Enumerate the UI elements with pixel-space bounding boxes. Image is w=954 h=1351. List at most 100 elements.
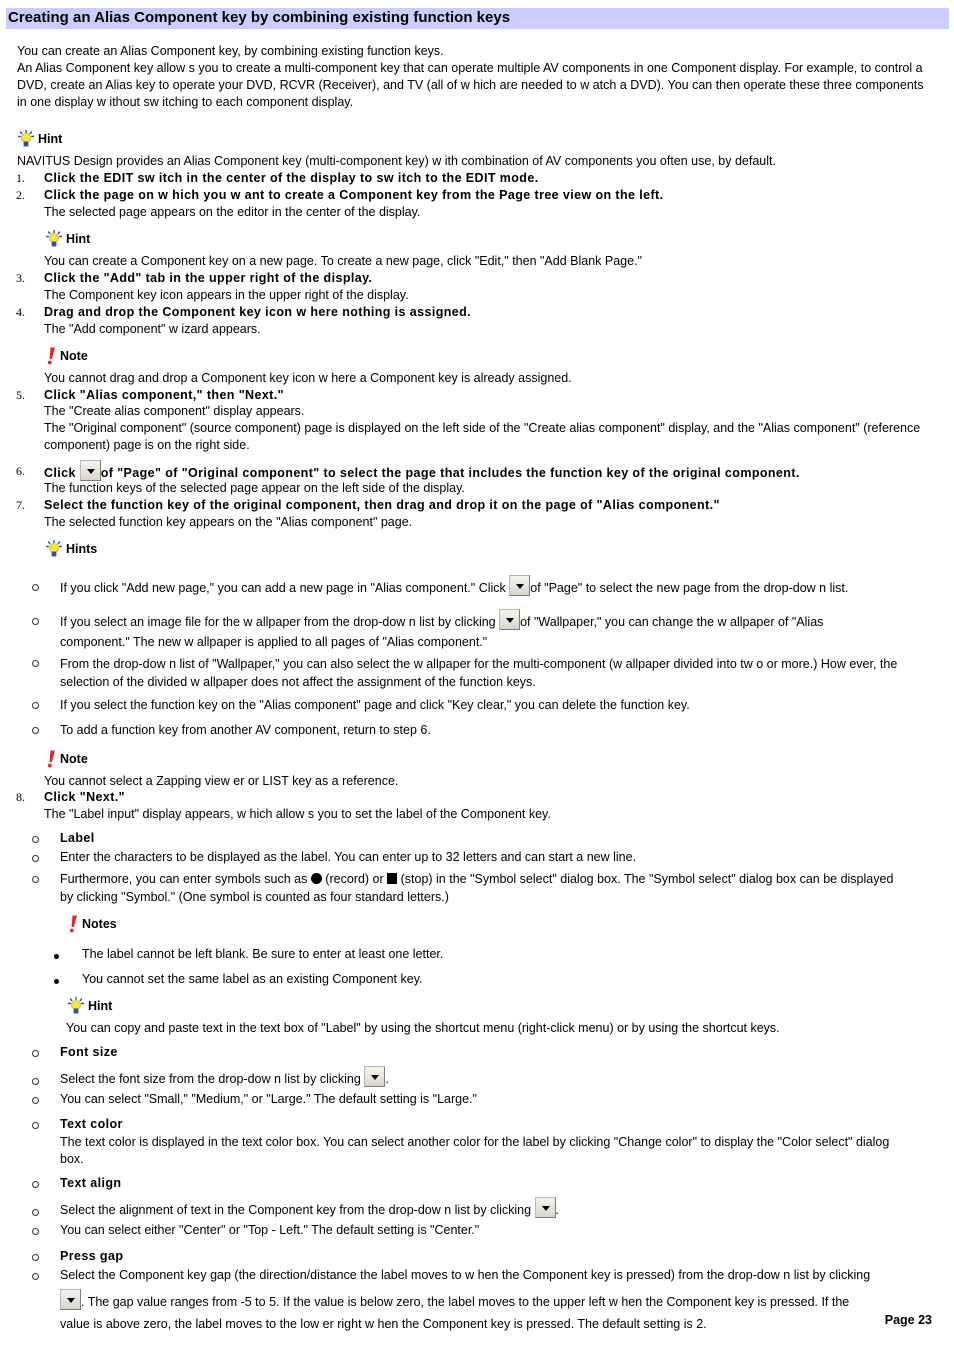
- page-number: Page 23: [884, 1313, 932, 1327]
- hint-label: Hint: [88, 998, 113, 1013]
- font-size-description: Select the font size from the drop-dow n…: [60, 1066, 389, 1091]
- label-text: Furthermore, you can enter symbols such …: [60, 872, 311, 886]
- intro-line: You can create an Alias Component key, b…: [17, 44, 444, 58]
- record-icon: [310, 873, 322, 884]
- bullet-circle-icon: [32, 1181, 39, 1188]
- step-title: Click "Next.": [44, 790, 125, 804]
- step-description: The Component key icon appears in the up…: [44, 288, 409, 302]
- step-description: The "Add component" w izard appears.: [44, 322, 261, 336]
- bullet-circle-icon: [32, 1050, 39, 1057]
- hint-callout: Hint: [68, 997, 112, 1015]
- step-description: The selected page appears on the editor …: [44, 205, 421, 219]
- step-number: 5.: [16, 388, 25, 402]
- hints-callout: Hints: [46, 540, 97, 558]
- page-title: Creating an Alias Component key by combi…: [6, 8, 949, 29]
- press-gap-description: . The gap value ranges from -5 to 5. If …: [60, 1289, 870, 1335]
- bullet-circle-icon: [32, 727, 39, 734]
- note-callout: Note: [46, 347, 88, 365]
- bullet-circle-icon: [32, 855, 39, 862]
- intro-paragraph: An Alias Component key allow s you to cr…: [17, 61, 924, 109]
- step-title: Click the "Add" tab in the upper right o…: [44, 271, 373, 285]
- text-align-description: You can select either "Center" or "Top -…: [60, 1223, 480, 1237]
- bullet-circle-icon: [32, 876, 39, 883]
- step-number: 7.: [16, 498, 25, 512]
- exclamation-icon: [46, 347, 56, 365]
- note-text: You cannot drag and drop a Component key…: [44, 371, 572, 385]
- press-gap-description: Select the Component key gap (the direct…: [60, 1268, 871, 1282]
- hint-label: Hint: [38, 131, 63, 146]
- step-title-text: of "Page" of "Original component" to sel…: [100, 466, 800, 480]
- section-heading-text-color: Text color: [60, 1117, 123, 1131]
- step-number: 8.: [16, 790, 25, 804]
- step-title-text: Click: [44, 466, 80, 480]
- bullet-circle-icon: [32, 1097, 39, 1104]
- hint-text: NAVITUS Design provides an Alias Compone…: [17, 154, 776, 168]
- step-description: The "Label input" display appears, w hic…: [44, 807, 551, 821]
- step-number: 6.: [16, 464, 25, 478]
- note-label: Note: [60, 348, 88, 363]
- dropdown-button[interactable]: [534, 1197, 556, 1218]
- hint-callout: Hint: [46, 230, 90, 248]
- hint-text: You can copy and paste text in the text …: [66, 1021, 780, 1035]
- step-title: Select the function key of the original …: [44, 498, 720, 512]
- step-title: Click the EDIT sw itch in the center of …: [44, 171, 539, 185]
- exclamation-icon: [46, 750, 56, 768]
- label-description: Furthermore, you can enter symbols such …: [60, 870, 900, 906]
- step-number: 4.: [16, 305, 25, 319]
- bullet-circle-icon: [32, 1254, 39, 1261]
- step-description: The function keys of the selected page a…: [44, 481, 465, 495]
- section-heading-press-gap: Press gap: [60, 1249, 124, 1263]
- hints-label: Hints: [66, 541, 98, 556]
- step-title: Drag and drop the Component key icon w h…: [44, 305, 472, 319]
- lightbulb-icon: [46, 540, 62, 558]
- lightbulb-icon: [46, 230, 62, 248]
- step-title: Click the page on w hich you w ant to cr…: [44, 188, 664, 202]
- hint-item-text: If you select an image file for the w al…: [60, 615, 500, 629]
- section-heading-font-size: Font size: [60, 1045, 118, 1059]
- note-item: You cannot set the same label as an exis…: [82, 972, 423, 986]
- hint-item: To add a function key from another AV co…: [60, 723, 431, 737]
- note-callout: Note: [46, 750, 88, 768]
- dropdown-button[interactable]: [60, 1289, 81, 1310]
- bullet-circle-icon: [32, 1228, 39, 1235]
- step-description: The "Original component" (source compone…: [44, 421, 921, 452]
- bullet-circle-icon: [32, 1273, 39, 1280]
- notes-label: Notes: [82, 916, 117, 931]
- text-align-description: Select the alignment of text in the Comp…: [60, 1197, 559, 1222]
- font-size-description: You can select "Small," "Medium," or "La…: [60, 1092, 477, 1106]
- dropdown-button[interactable]: [79, 460, 101, 481]
- label-text: (record) or: [325, 872, 388, 886]
- font-size-text: .: [385, 1072, 389, 1086]
- bullet-dot-icon: [54, 954, 59, 959]
- press-gap-text: . The gap value ranges from -5 to 5. If …: [60, 1295, 850, 1331]
- text-align-text: .: [555, 1203, 560, 1217]
- hint-item: If you click "Add new page," you can add…: [60, 575, 848, 600]
- bullet-circle-icon: [32, 618, 39, 625]
- notes-callout: Notes: [68, 915, 117, 933]
- font-size-text: Select the font size from the drop-dow n…: [60, 1072, 365, 1086]
- hint-text: You can create a Component key on a new …: [44, 254, 642, 268]
- hint-item-text: of "Page" to select the new page from th…: [530, 581, 849, 595]
- bullet-circle-icon: [32, 660, 39, 667]
- dropdown-button[interactable]: [364, 1066, 386, 1087]
- hint-item-text: If you click "Add new page," you can add…: [60, 581, 510, 595]
- bullet-circle-icon: [32, 1122, 39, 1129]
- note-item: The label cannot be left blank. Be sure …: [82, 947, 444, 961]
- step-title: Click "Alias component," then "Next.": [44, 388, 284, 402]
- bullet-circle-icon: [32, 584, 39, 591]
- stop-icon: [387, 873, 398, 884]
- section-heading-label: Label: [60, 831, 95, 845]
- step-number: 1.: [16, 171, 25, 185]
- hint-item: From the drop-dow n list of "Wallpaper,"…: [60, 657, 898, 689]
- step-description: The "Create alias component" display app…: [44, 404, 305, 418]
- note-text: You cannot select a Zapping view er or L…: [44, 774, 399, 788]
- note-label: Note: [60, 751, 88, 766]
- hint-callout: Hint: [18, 130, 62, 148]
- label-description: Enter the characters to be displayed as …: [60, 850, 637, 864]
- lightbulb-icon: [68, 997, 84, 1015]
- dropdown-button[interactable]: [499, 609, 521, 630]
- bullet-circle-icon: [32, 836, 39, 843]
- bullet-dot-icon: [54, 979, 59, 984]
- dropdown-button[interactable]: [509, 575, 531, 596]
- hint-item: If you select an image file for the w al…: [60, 609, 890, 652]
